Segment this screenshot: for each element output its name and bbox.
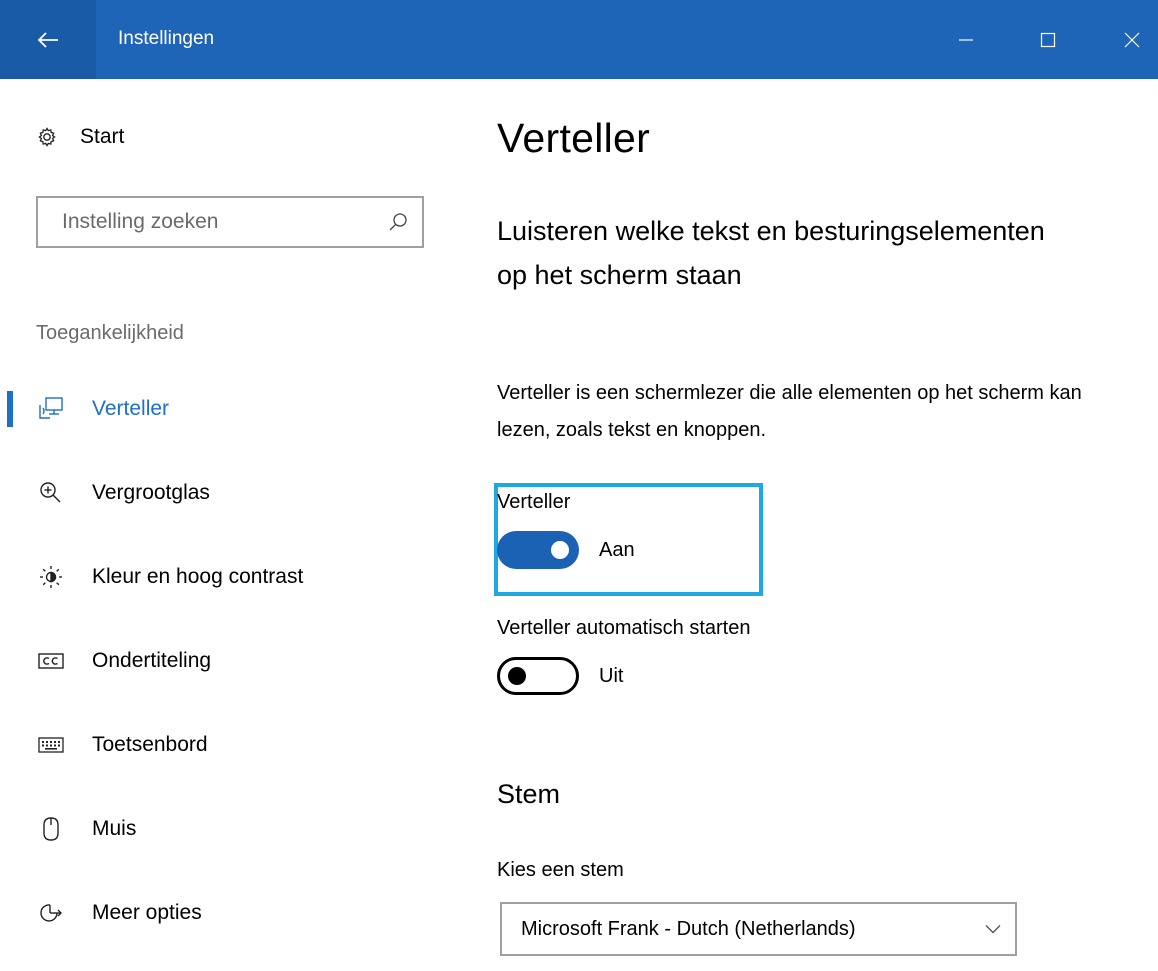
narrator-toggle[interactable] <box>497 531 579 569</box>
sidebar-item-label: Ondertiteling <box>92 649 212 672</box>
sidebar-item-label: Vergrootglas <box>92 481 210 504</box>
search-icon[interactable] <box>388 212 408 232</box>
keyboard-icon <box>38 737 64 753</box>
maximize-button[interactable] <box>1002 0 1094 79</box>
autostart-toggle-state: Uit <box>599 664 624 687</box>
voice-heading: Stem <box>497 779 561 809</box>
active-indicator <box>7 391 13 427</box>
toggle-knob <box>508 667 526 685</box>
narrator-toggle-group: Verteller Aan <box>497 491 635 569</box>
autostart-toggle[interactable] <box>497 657 579 695</box>
narrator-icon <box>39 397 63 419</box>
narrator-toggle-label: Verteller <box>497 491 571 513</box>
settings-window: Instellingen Start Instelling zoeken Toe… <box>0 0 1158 971</box>
home-link[interactable]: Start <box>36 125 124 149</box>
narrator-toggle-state: Aan <box>599 538 635 561</box>
sidebar-item-label: Toetsenbord <box>92 733 208 756</box>
gear-icon <box>38 127 56 147</box>
close-icon <box>1124 32 1140 47</box>
autostart-toggle-group: Verteller automatisch starten Uit <box>497 617 750 695</box>
back-arrow-icon <box>37 31 58 48</box>
back-button[interactable] <box>0 0 96 79</box>
description-text: Verteller is een schermlezer die alle el… <box>497 382 1082 441</box>
voice-dropdown[interactable]: Microsoft Frank - Dutch (Netherlands) <box>500 902 1017 956</box>
mouse-icon <box>43 817 59 841</box>
sidebar-item-label: Verteller <box>92 397 170 420</box>
sidebar-item-vergrootglas[interactable]: Vergrootglas <box>0 463 460 523</box>
title-area: Instellingen <box>96 0 1158 79</box>
sidebar-item-label: Kleur en hoog contrast <box>92 565 304 588</box>
sidebar-item-verteller[interactable]: Verteller <box>0 379 460 439</box>
maximize-icon <box>1040 32 1056 47</box>
more-options-icon <box>40 904 62 922</box>
closed-captions-icon <box>38 653 64 669</box>
minimize-icon <box>959 38 973 41</box>
main-content: Verteller Luisteren welke tekst en bestu… <box>494 79 1137 971</box>
close-button[interactable] <box>1086 0 1158 79</box>
magnifier-icon <box>40 482 61 503</box>
search-input[interactable] <box>60 209 384 235</box>
sidebar-item-ondertiteling[interactable]: Ondertiteling <box>0 631 460 691</box>
sidebar-item-muis[interactable]: Muis <box>0 799 460 859</box>
sidebar-item-label: Muis <box>92 817 137 840</box>
autostart-toggle-label: Verteller automatisch starten <box>497 617 751 639</box>
section-heading: Luisteren welke tekst en besturingseleme… <box>497 216 1045 290</box>
sidebar: Start Toegankelijkheid <box>0 79 460 971</box>
voice-label: Kies een stem <box>497 859 624 881</box>
minimize-button[interactable] <box>920 0 1012 79</box>
sidebar-item-toetsenbord[interactable]: Toetsenbord <box>0 715 460 775</box>
chevron-down-icon <box>985 925 1001 934</box>
home-label: Start <box>80 125 125 148</box>
voice-dropdown-value: Microsoft Frank - Dutch (Netherlands) <box>521 917 856 940</box>
title-bar: Instellingen <box>0 0 1158 79</box>
search-box[interactable] <box>36 196 424 248</box>
brightness-icon <box>40 566 62 588</box>
toggle-knob <box>551 541 569 559</box>
window-title: Instellingen <box>118 28 215 49</box>
sidebar-item-meer-opties[interactable]: Meer opties <box>0 883 460 943</box>
sidebar-item-label: Meer opties <box>92 901 202 924</box>
sidebar-item-kleur-contrast[interactable]: Kleur en hoog contrast <box>0 547 460 607</box>
page-title: Verteller <box>497 115 651 161</box>
section-label: Toegankelijkheid <box>36 322 184 344</box>
